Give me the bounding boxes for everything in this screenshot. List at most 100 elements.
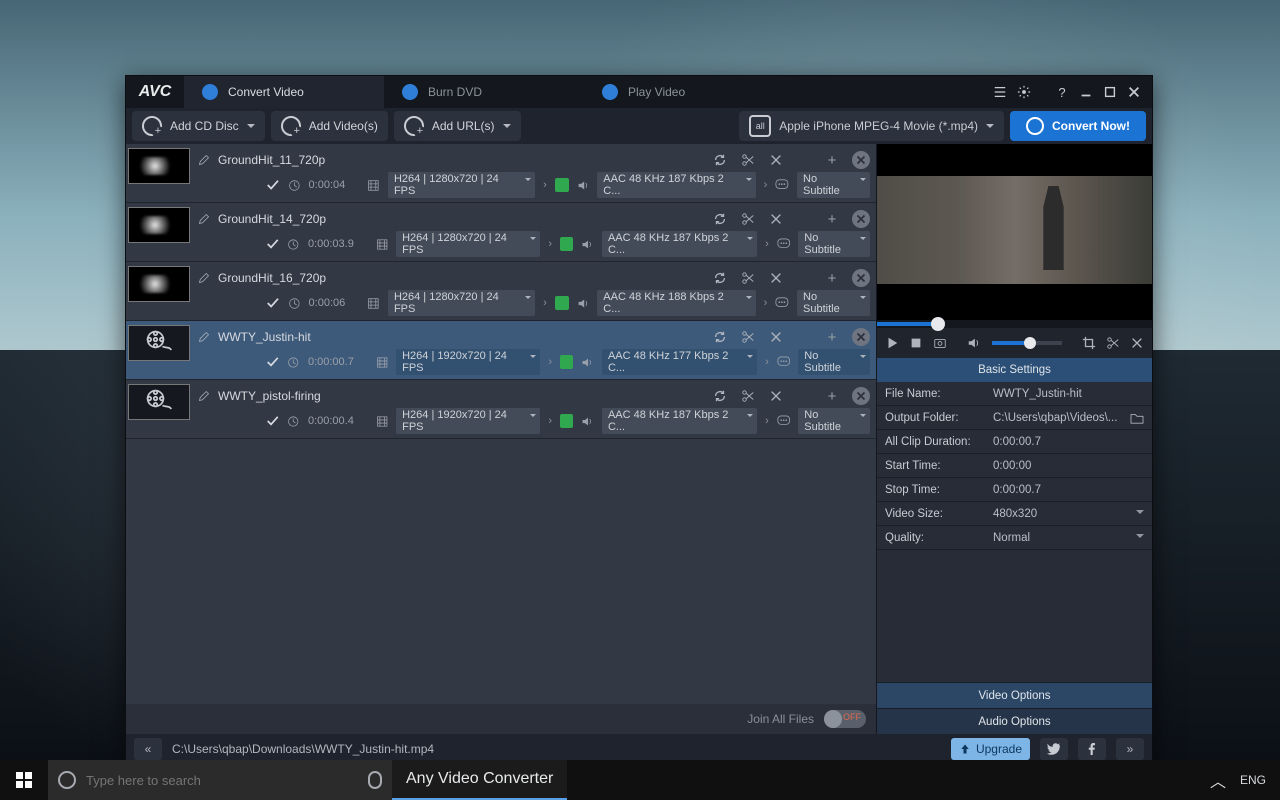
- maximize-button[interactable]: [1100, 82, 1120, 102]
- codec-dropdown[interactable]: H264 | 1920x720 | 24 FPS: [396, 349, 540, 375]
- codec-dropdown[interactable]: H264 | 1920x720 | 24 FPS: [396, 408, 540, 434]
- add-icon[interactable]: +: [824, 211, 840, 227]
- setting-video-size[interactable]: Video Size: 480x320: [877, 502, 1152, 526]
- audio-options-button[interactable]: Audio Options: [877, 708, 1152, 734]
- facebook-icon[interactable]: [1078, 738, 1106, 760]
- edit-icon[interactable]: [198, 272, 210, 284]
- subtitle-dropdown[interactable]: No Subtitle: [797, 172, 870, 198]
- audio-dropdown[interactable]: AAC 48 KHz 187 Kbps 2 C...: [602, 231, 757, 257]
- preview-player[interactable]: [877, 144, 1152, 320]
- edit-icon[interactable]: [198, 213, 210, 225]
- scissors-icon[interactable]: [740, 270, 756, 286]
- close-button[interactable]: [1124, 82, 1144, 102]
- scissors-icon[interactable]: [740, 329, 756, 345]
- setting-quality[interactable]: Quality: Normal: [877, 526, 1152, 550]
- list-item[interactable]: WWTY_Justin-hit + 0:00:00.7 H264 | 1920x…: [126, 321, 876, 380]
- subtitle-dropdown[interactable]: No Subtitle: [798, 231, 870, 257]
- seek-bar[interactable]: [877, 320, 1152, 328]
- check-icon[interactable]: [266, 296, 280, 310]
- refresh-icon[interactable]: [712, 388, 728, 404]
- expand-right-button[interactable]: »: [1116, 738, 1144, 760]
- taskbar-app[interactable]: Any Video Converter: [392, 760, 567, 800]
- tray-chevron-icon[interactable]: ︿: [1210, 768, 1226, 792]
- edit-icon[interactable]: [198, 154, 210, 166]
- check-icon[interactable]: [266, 355, 279, 369]
- codec-dropdown[interactable]: H264 | 1280x720 | 24 FPS: [388, 290, 535, 316]
- list-item[interactable]: GroundHit_11_720p + 0:00:04 H264 | 1280x…: [126, 144, 876, 203]
- remove-icon[interactable]: [852, 210, 870, 228]
- scissors-icon[interactable]: [740, 211, 756, 227]
- add-cd-button[interactable]: Add CD Disc: [132, 111, 265, 141]
- taskbar-search[interactable]: [48, 760, 392, 800]
- scissors-icon[interactable]: [740, 152, 756, 168]
- video-options-button[interactable]: Video Options: [877, 682, 1152, 708]
- volume-icon[interactable]: [967, 335, 981, 351]
- scissors-icon[interactable]: [740, 388, 756, 404]
- tab-burn-dvd[interactable]: Burn DVD: [384, 76, 584, 108]
- refresh-icon[interactable]: [712, 211, 728, 227]
- check-icon[interactable]: [266, 178, 280, 192]
- remove-icon[interactable]: [852, 328, 870, 346]
- list-item[interactable]: GroundHit_14_720p + 0:00:03.9 H264 | 128…: [126, 203, 876, 262]
- stop-button[interactable]: [909, 335, 923, 351]
- tab-convert-video[interactable]: Convert Video: [184, 76, 384, 108]
- add-icon[interactable]: +: [824, 270, 840, 286]
- effects-icon[interactable]: [1130, 335, 1144, 351]
- list-item[interactable]: GroundHit_16_720p + 0:00:06 H264 | 1280x…: [126, 262, 876, 321]
- effects-icon[interactable]: [768, 388, 784, 404]
- add-urls-button[interactable]: Add URL(s): [394, 111, 521, 141]
- help-icon[interactable]: ?: [1052, 82, 1072, 102]
- audio-dropdown[interactable]: AAC 48 KHz 187 Kbps 2 C...: [602, 408, 757, 434]
- output-profile-dropdown[interactable]: all Apple iPhone MPEG-4 Movie (*.mp4): [739, 111, 1004, 141]
- audio-dropdown[interactable]: AAC 48 KHz 188 Kbps 2 C...: [597, 290, 755, 316]
- mic-icon[interactable]: [368, 771, 382, 789]
- snapshot-button[interactable]: [933, 335, 947, 351]
- volume-slider[interactable]: [992, 341, 1062, 345]
- collapse-left-button[interactable]: «: [134, 738, 162, 760]
- setting-output-folder[interactable]: Output Folder: C:\Users\qbap\Videos\...: [877, 406, 1152, 430]
- scissors-icon[interactable]: [1106, 335, 1120, 351]
- remove-icon[interactable]: [852, 387, 870, 405]
- subtitle-dropdown[interactable]: No Subtitle: [797, 290, 870, 316]
- refresh-icon[interactable]: [712, 152, 728, 168]
- effects-icon[interactable]: [768, 270, 784, 286]
- add-icon[interactable]: +: [824, 388, 840, 404]
- start-button[interactable]: [0, 760, 48, 800]
- effects-icon[interactable]: [768, 211, 784, 227]
- subtitle-dropdown[interactable]: No Subtitle: [798, 408, 870, 434]
- remove-icon[interactable]: [852, 151, 870, 169]
- tab-play-video[interactable]: Play Video: [584, 76, 784, 108]
- crop-icon[interactable]: [1082, 335, 1096, 351]
- list-item[interactable]: WWTY_pistol-firing + 0:00:00.4 H264 | 19…: [126, 380, 876, 439]
- setting-start-time[interactable]: Start Time: 0:00:00: [877, 454, 1152, 478]
- audio-dropdown[interactable]: AAC 48 KHz 177 Kbps 2 C...: [602, 349, 757, 375]
- minimize-button[interactable]: [1076, 82, 1096, 102]
- settings-icon[interactable]: [1014, 82, 1034, 102]
- refresh-icon[interactable]: [712, 329, 728, 345]
- check-icon[interactable]: [266, 237, 279, 251]
- menu-icon[interactable]: [990, 82, 1010, 102]
- check-icon[interactable]: [266, 414, 279, 428]
- convert-now-button[interactable]: Convert Now!: [1010, 111, 1146, 141]
- effects-icon[interactable]: [768, 329, 784, 345]
- setting-stop-time[interactable]: Stop Time: 0:00:00.7: [877, 478, 1152, 502]
- edit-icon[interactable]: [198, 331, 210, 343]
- remove-icon[interactable]: [852, 269, 870, 287]
- play-button[interactable]: [885, 335, 899, 351]
- audio-dropdown[interactable]: AAC 48 KHz 187 Kbps 2 C...: [597, 172, 755, 198]
- add-icon[interactable]: +: [824, 329, 840, 345]
- twitter-icon[interactable]: [1040, 738, 1068, 760]
- search-input[interactable]: [86, 773, 358, 788]
- edit-icon[interactable]: [198, 390, 210, 402]
- codec-dropdown[interactable]: H264 | 1280x720 | 24 FPS: [388, 172, 535, 198]
- join-toggle[interactable]: OFF: [824, 710, 866, 728]
- upgrade-button[interactable]: Upgrade: [951, 738, 1030, 760]
- language-indicator[interactable]: ENG: [1240, 773, 1266, 787]
- effects-icon[interactable]: [768, 152, 784, 168]
- add-videos-button[interactable]: Add Video(s): [271, 111, 388, 141]
- refresh-icon[interactable]: [712, 270, 728, 286]
- codec-dropdown[interactable]: H264 | 1280x720 | 24 FPS: [396, 231, 540, 257]
- subtitle-dropdown[interactable]: No Subtitle: [798, 349, 870, 375]
- add-icon[interactable]: +: [824, 152, 840, 168]
- film-icon: [367, 179, 380, 192]
